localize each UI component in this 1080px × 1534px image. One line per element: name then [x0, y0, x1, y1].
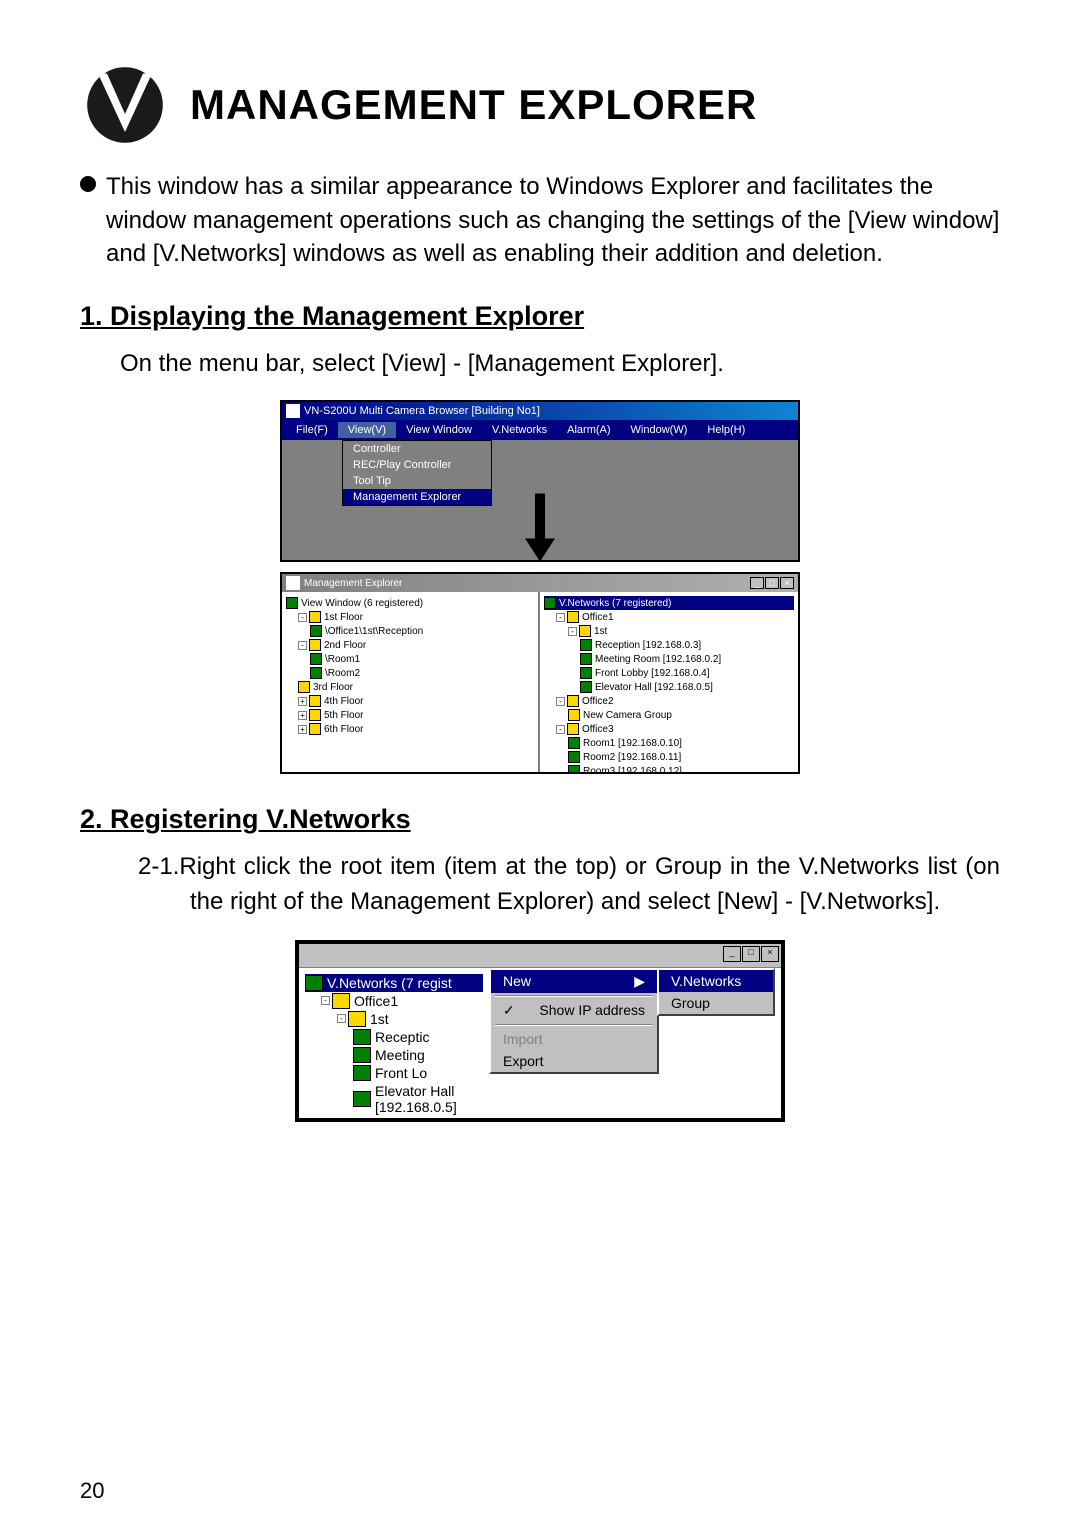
- tree-root-left[interactable]: View Window (6 registered): [286, 596, 534, 610]
- explorer-titlebar: Management Explorer _ □ ×: [282, 574, 798, 592]
- intro-text: This window has a similar appearance to …: [106, 170, 1000, 271]
- ctx-elevator[interactable]: Elevator Hall [192.168.0.5]: [305, 1082, 483, 1116]
- ctx-submenu-vnetworks[interactable]: V.Networks: [659, 970, 773, 992]
- section1-text: On the menu bar, select [View] - [Manage…: [120, 347, 1000, 381]
- left-tree-panel: View Window (6 registered) -1st Floor \O…: [282, 592, 540, 772]
- screenshot1-container: VN-S200U Multi Camera Browser [Building …: [80, 400, 1000, 774]
- ctx-meeting[interactable]: Meeting: [305, 1046, 483, 1064]
- dropdown-controller[interactable]: Controller: [343, 441, 491, 457]
- tree-floor1-reception[interactable]: \Office1\1st\Reception: [286, 624, 534, 638]
- ctx-menu-export[interactable]: Export: [491, 1050, 657, 1072]
- context-menu-primary: New▶ ✓Show IP address Import Export: [489, 968, 659, 1074]
- ctx-office1[interactable]: -Office1: [305, 992, 483, 1010]
- menu-help[interactable]: Help(H): [697, 422, 755, 438]
- app-titlebar: VN-S200U Multi Camera Browser [Building …: [282, 402, 798, 420]
- app-main-area: Controller REC/Play Controller Tool Tip …: [282, 440, 798, 560]
- tree-office1[interactable]: -Office1: [544, 610, 794, 624]
- view-dropdown: Controller REC/Play Controller Tool Tip …: [342, 440, 492, 506]
- tree-office3[interactable]: -Office3: [544, 722, 794, 736]
- ctx-body: V.Networks (7 regist -Office1 -1st Recep…: [299, 968, 781, 1118]
- screenshot2-container: _ □ × V.Networks (7 regist -Office1 -1st…: [80, 940, 1000, 1122]
- tree-meeting-cam[interactable]: Meeting Room [192.168.0.2]: [544, 652, 794, 666]
- tree-room1[interactable]: \Room1: [286, 652, 534, 666]
- arrow-down-icon: [520, 494, 560, 567]
- tree-reception-cam[interactable]: Reception [192.168.0.3]: [544, 638, 794, 652]
- ctx-maximize-button[interactable]: □: [742, 946, 760, 962]
- tree-room2[interactable]: \Room2: [286, 666, 534, 680]
- ctx-separator2: [495, 1024, 653, 1026]
- tree-floor4[interactable]: +4th Floor: [286, 694, 534, 708]
- tree-floor2[interactable]: -2nd Floor: [286, 638, 534, 652]
- explorer-body: View Window (6 registered) -1st Floor \O…: [282, 592, 798, 772]
- ctx-minimize-button[interactable]: _: [723, 946, 741, 962]
- tree-1st[interactable]: -1st: [544, 624, 794, 638]
- submenu-arrow-icon: ▶: [634, 973, 645, 990]
- tree-floor3[interactable]: 3rd Floor: [286, 680, 534, 694]
- tree-lobby-cam[interactable]: Front Lobby [192.168.0.4]: [544, 666, 794, 680]
- section2-step: 2-1.Right click the root item (item at t…: [190, 850, 1000, 920]
- explorer-window: Management Explorer _ □ × View Window (6…: [280, 572, 800, 774]
- tree-elevator-cam[interactable]: Elevator Hall [192.168.0.5]: [544, 680, 794, 694]
- menu-window[interactable]: Window(W): [621, 422, 698, 438]
- bullet-icon: [80, 176, 96, 192]
- ctx-tree: V.Networks (7 regist -Office1 -1st Recep…: [299, 968, 489, 1118]
- ctx-front-lo[interactable]: Front Lo: [305, 1064, 483, 1082]
- right-tree-panel: V.Networks (7 registered) -Office1 -1st …: [540, 592, 798, 772]
- ctx-submenu-group[interactable]: Group: [659, 992, 773, 1014]
- ctx-receptic[interactable]: Receptic: [305, 1028, 483, 1046]
- ctx-titlebar: _ □ ×: [299, 944, 781, 968]
- ctx-root[interactable]: V.Networks (7 regist: [305, 974, 483, 992]
- menu-view[interactable]: View(V): [338, 422, 396, 438]
- context-menu-submenu: V.Networks Group: [657, 968, 775, 1016]
- dropdown-mgmt-explorer[interactable]: Management Explorer: [343, 489, 491, 505]
- app-window: VN-S200U Multi Camera Browser [Building …: [280, 400, 800, 562]
- ctx-menu-new[interactable]: New▶: [491, 970, 657, 993]
- menu-view-window[interactable]: View Window: [396, 422, 482, 438]
- dropdown-tool-tip[interactable]: Tool Tip: [343, 473, 491, 489]
- ctx-menu-show-ip[interactable]: ✓Show IP address: [491, 999, 657, 1022]
- ctx-separator: [495, 995, 653, 997]
- menu-vnetworks[interactable]: V.Networks: [482, 422, 557, 438]
- menubar: File(F) View(V) View Window V.Networks A…: [282, 420, 798, 440]
- minimize-button[interactable]: _: [750, 577, 764, 589]
- tree-room3-cam[interactable]: Room3 [192.168.0.12]: [544, 764, 794, 772]
- dropdown-rec-play[interactable]: REC/Play Controller: [343, 457, 491, 473]
- title-row: MANAGEMENT EXPLORER: [80, 60, 1000, 150]
- tree-room1-cam[interactable]: Room1 [192.168.0.10]: [544, 736, 794, 750]
- page-number: 20: [80, 1478, 104, 1504]
- ctx-menu-import[interactable]: Import: [491, 1028, 657, 1050]
- section1-heading: 1. Displaying the Management Explorer: [80, 301, 1000, 332]
- menu-file[interactable]: File(F): [286, 422, 338, 438]
- tree-root-right[interactable]: V.Networks (7 registered): [544, 596, 794, 610]
- intro-paragraph: This window has a similar appearance to …: [80, 170, 1000, 271]
- ctx-close-button[interactable]: ×: [761, 946, 779, 962]
- window-buttons: _ □ ×: [750, 577, 794, 589]
- app-title: VN-S200U Multi Camera Browser [Building …: [304, 405, 540, 417]
- app-icon: [286, 404, 300, 418]
- tree-new-camera[interactable]: New Camera Group: [544, 708, 794, 722]
- menu-alarm[interactable]: Alarm(A): [557, 422, 620, 438]
- tree-room2-cam[interactable]: Room2 [192.168.0.11]: [544, 750, 794, 764]
- explorer-icon: [286, 576, 300, 590]
- context-window: _ □ × V.Networks (7 regist -Office1 -1st…: [295, 940, 785, 1122]
- close-button[interactable]: ×: [780, 577, 794, 589]
- tree-floor1[interactable]: -1st Floor: [286, 610, 534, 624]
- tree-office2[interactable]: -Office2: [544, 694, 794, 708]
- tree-floor6[interactable]: +6th Floor: [286, 722, 534, 736]
- explorer-title-text: Management Explorer: [304, 578, 402, 589]
- main-title: MANAGEMENT EXPLORER: [190, 81, 757, 129]
- section2-heading: 2. Registering V.Networks: [80, 804, 1000, 835]
- tree-floor5[interactable]: +5th Floor: [286, 708, 534, 722]
- checkmark-logo-icon: [80, 60, 170, 150]
- maximize-button[interactable]: □: [765, 577, 779, 589]
- ctx-1st[interactable]: -1st: [305, 1010, 483, 1028]
